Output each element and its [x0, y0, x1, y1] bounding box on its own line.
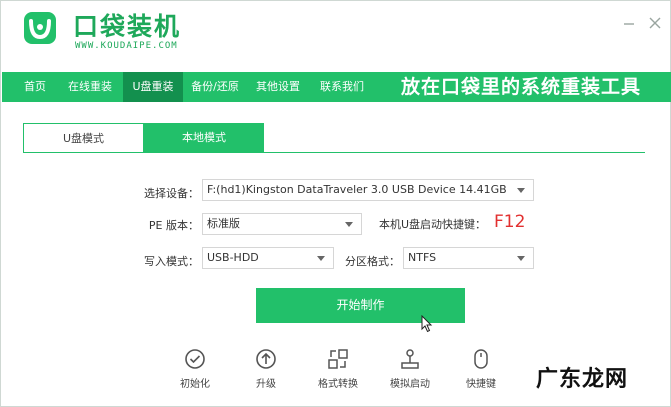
write-mode-select[interactable]: USB-HDD — [202, 247, 334, 269]
tool-label: 模拟启动 — [390, 379, 430, 390]
tool-label: 快捷键 — [466, 379, 496, 390]
brand-title: 口袋装机 — [73, 12, 182, 41]
partition-format-select[interactable]: NTFS — [403, 247, 534, 269]
tool-hotkeys[interactable]: 快捷键 — [453, 348, 509, 390]
nav-item-backup-restore[interactable]: 备份/还原 — [186, 72, 244, 102]
tab-local-mode[interactable]: 本地模式 — [144, 123, 264, 153]
tool-label: 升级 — [256, 379, 276, 390]
watermark: 广东龙网 — [536, 367, 629, 392]
check-circle-icon — [185, 349, 205, 369]
device-label: 选择设备： — [144, 187, 199, 200]
write-mode-value: USB-HDD — [207, 251, 259, 264]
nav-item-contact[interactable]: 联系我们 — [312, 72, 372, 102]
arrow-up-circle-icon — [256, 349, 276, 369]
start-make-button[interactable]: 开始制作 — [256, 288, 465, 323]
joystick-icon — [401, 349, 419, 369]
hotkey-label: 本机U盘启动快捷键： — [379, 218, 487, 231]
device-value: F:(hd1)Kingston DataTraveler 3.0 USB Dev… — [207, 183, 507, 196]
logo-icon — [24, 12, 56, 44]
mouse-icon — [474, 349, 488, 369]
tool-label: 初始化 — [180, 379, 210, 390]
minimize-icon[interactable] — [621, 15, 637, 31]
nav-item-online-reinstall[interactable]: 在线重装 — [60, 72, 120, 102]
tool-simulate-boot[interactable]: 模拟启动 — [382, 348, 438, 390]
tool-label: 格式转换 — [318, 379, 358, 390]
nav-item-other-settings[interactable]: 其他设置 — [248, 72, 308, 102]
chevron-down-icon — [317, 256, 325, 261]
tool-format-convert[interactable]: 格式转换 — [310, 348, 366, 390]
chevron-down-icon — [517, 188, 525, 193]
chevron-down-icon — [345, 222, 353, 227]
tab-divider — [23, 152, 645, 153]
nav-item-usb-reinstall[interactable]: U盘重装 — [123, 72, 183, 102]
slogan: 放在口袋里的系统重装工具 — [400, 76, 641, 98]
nav-item-home[interactable]: 首页 — [14, 72, 56, 102]
tool-initialize[interactable]: 初始化 — [167, 348, 223, 390]
partition-format-value: NTFS — [408, 251, 437, 264]
chevron-down-icon — [517, 256, 525, 261]
hotkey-value: F12 — [494, 212, 526, 232]
brand-subtitle: WWW.KOUDAIPE.COM — [75, 41, 178, 51]
close-icon[interactable] — [647, 15, 663, 31]
tab-usb-mode[interactable]: U盘模式 — [23, 123, 144, 153]
mouse-cursor-icon — [421, 315, 433, 333]
main-nav: 首页 在线重装 U盘重装 备份/还原 其他设置 联系我们 放在口袋里的系统重装工… — [2, 72, 671, 102]
device-select[interactable]: F:(hd1)Kingston DataTraveler 3.0 USB Dev… — [202, 179, 534, 201]
convert-icon — [328, 349, 348, 369]
app-window: 口袋装机 WWW.KOUDAIPE.COM 首页 在线重装 U盘重装 备份/还原… — [0, 0, 671, 407]
pe-version-value: 标准版 — [207, 217, 240, 230]
write-mode-label: 写入模式： — [144, 255, 199, 268]
pe-version-label: PE 版本： — [148, 219, 199, 232]
partition-format-label: 分区格式： — [345, 255, 400, 268]
tool-upgrade[interactable]: 升级 — [238, 348, 294, 390]
pe-version-select[interactable]: 标准版 — [202, 213, 362, 235]
